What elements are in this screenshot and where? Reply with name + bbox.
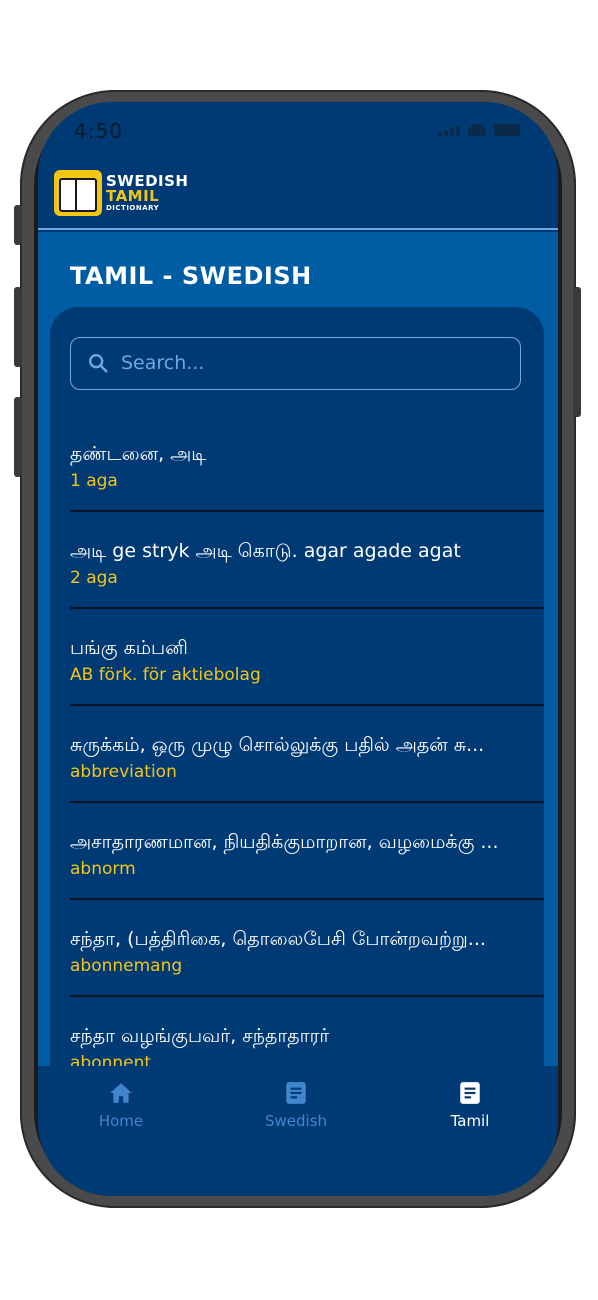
page-title: TAMIL - SWEDISH [70, 262, 312, 290]
wifi-icon [468, 124, 486, 136]
power-button [573, 287, 581, 417]
bottom-tab-bar: Home Swedish Tamil [38, 1066, 558, 1196]
list-item[interactable]: அசாதாரணமான, நியதிக்குமாறான, வழமைக்கு ...… [70, 803, 544, 900]
book-icon [54, 170, 102, 216]
tab-swedish[interactable]: Swedish [236, 1080, 356, 1130]
app-screen: 4:50 SWEDISH TAMIL DICTIONARY TAMIL - SW… [38, 102, 558, 1196]
app-header: SWEDISH TAMIL DICTIONARY [38, 162, 558, 230]
entry-tamil: தண்டனை, அடி [70, 443, 207, 465]
tab-home-label: Home [98, 1112, 144, 1130]
entry-tamil: அடி ge stryk அடி கொடு. agar agade agat [70, 540, 461, 562]
home-icon [110, 1083, 132, 1103]
tab-swedish-label: Swedish [264, 1112, 328, 1130]
tab-tamil[interactable]: Tamil [410, 1080, 530, 1130]
list-item[interactable]: சுருக்கம், ஒரு முழு சொல்லுக்கு பதில் அதன… [70, 706, 544, 803]
content-area: TAMIL - SWEDISH தண்டனை, அடி 1 aga அடி ge… [38, 232, 558, 1107]
search-icon [89, 354, 108, 373]
entry-swedish: AB förk. för aktiebolag [70, 665, 261, 685]
entry-tamil: சுருக்கம், ஒரு முழு சொல்லுக்கு பதில் அதன… [70, 734, 485, 756]
volume-up-button [14, 287, 22, 367]
entry-list[interactable]: தண்டனை, அடி 1 aga அடி ge stryk அடி கொடு.… [70, 415, 544, 1094]
entry-tamil: சந்தா, (பத்திரிகை, தொலைபேசி போன்றவற்று..… [70, 928, 486, 950]
volume-down-button [14, 397, 22, 477]
mute-switch [14, 205, 22, 245]
tab-home[interactable]: Home [61, 1080, 181, 1130]
entry-swedish: abnorm [70, 859, 136, 879]
entry-swedish: 1 aga [70, 471, 118, 491]
document-icon [286, 1082, 306, 1104]
entry-tamil: பங்கு கம்பனி [70, 637, 188, 659]
entry-swedish: abbreviation [70, 762, 177, 782]
signal-icon [438, 126, 460, 136]
status-time: 4:50 [74, 119, 123, 143]
dictionary-card: தண்டனை, அடி 1 aga அடி ge stryk அடி கொடு.… [50, 307, 544, 1107]
status-bar: 4:50 [38, 102, 558, 162]
status-icons [438, 124, 520, 136]
entry-swedish: 2 aga [70, 568, 118, 588]
list-item[interactable]: தண்டனை, அடி 1 aga [70, 415, 544, 512]
entry-tamil: சந்தா வழங்குபவர், சந்தாதாரர் [70, 1025, 330, 1047]
tab-tamil-label: Tamil [450, 1112, 490, 1130]
search-input[interactable] [119, 338, 509, 388]
search-box[interactable] [70, 337, 521, 390]
logo-line-tamil: TAMIL [106, 187, 160, 205]
list-item[interactable]: பங்கு கம்பனி AB förk. för aktiebolag [70, 609, 544, 706]
entry-tamil: அசாதாரணமான, நியதிக்குமாறான, வழமைக்கு ... [70, 831, 499, 853]
document-icon [460, 1082, 480, 1104]
logo-line-dictionary: DICTIONARY [106, 204, 160, 212]
logo-text: SWEDISH TAMIL DICTIONARY [106, 174, 188, 212]
list-item[interactable]: சந்தா, (பத்திரிகை, தொலைபேசி போன்றவற்று..… [70, 900, 544, 997]
battery-icon [494, 124, 520, 136]
app-logo[interactable]: SWEDISH TAMIL DICTIONARY [54, 170, 188, 216]
list-item[interactable]: அடி ge stryk அடி கொடு. agar agade agat 2… [70, 512, 544, 609]
entry-swedish: abonnemang [70, 956, 183, 976]
